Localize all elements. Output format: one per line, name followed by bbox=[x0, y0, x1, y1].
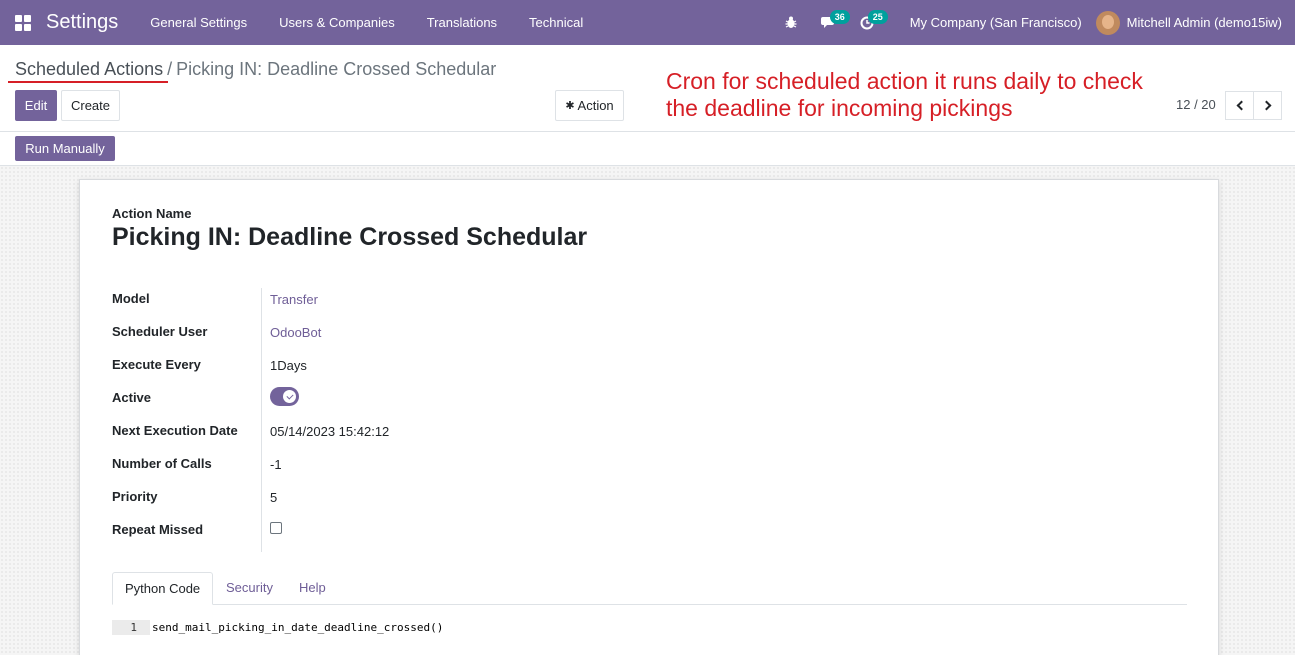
next-execution-date-value: 05/14/2023 15:42:12 bbox=[270, 424, 390, 439]
tab-security[interactable]: Security bbox=[214, 572, 285, 605]
pager-previous-button[interactable] bbox=[1225, 91, 1254, 120]
edit-button[interactable]: Edit bbox=[15, 90, 57, 121]
menu-users-companies[interactable]: Users & Companies bbox=[263, 0, 411, 45]
model-link[interactable]: Transfer bbox=[270, 292, 318, 307]
scheduler-user-label: Scheduler User bbox=[112, 324, 208, 339]
active-toggle[interactable] bbox=[270, 387, 299, 406]
annotation-underline bbox=[8, 81, 168, 83]
repeat-missed-label: Repeat Missed bbox=[112, 522, 204, 537]
user-name: Mitchell Admin (demo15iw) bbox=[1126, 15, 1282, 30]
field-next-execution-date: Next Execution Date 05/14/2023 15:42:12 bbox=[112, 423, 712, 443]
field-number-of-calls: Number of Calls -1 bbox=[112, 456, 712, 476]
field-execute-every: Execute Every 1Days bbox=[112, 357, 712, 377]
notebook-tabs: Python Code Security Help bbox=[112, 572, 1187, 605]
next-execution-date-label: Next Execution Date bbox=[112, 423, 238, 438]
debug-bug-icon[interactable] bbox=[772, 0, 810, 45]
field-active: Active bbox=[112, 390, 712, 410]
chevron-left-icon bbox=[1236, 100, 1246, 111]
menu-technical[interactable]: Technical bbox=[513, 0, 599, 45]
avatar bbox=[1095, 10, 1120, 35]
menu-general-settings[interactable]: General Settings bbox=[134, 0, 263, 45]
model-label: Model bbox=[112, 291, 150, 306]
check-icon bbox=[283, 390, 296, 403]
pager-next-button[interactable] bbox=[1253, 91, 1282, 120]
create-button[interactable]: Create bbox=[61, 90, 120, 121]
activities-clock-icon[interactable]: 25 bbox=[848, 0, 888, 45]
code-line: send_mail_picking_in_date_deadline_cross… bbox=[152, 621, 444, 634]
priority-value: 5 bbox=[270, 490, 278, 505]
priority-label: Priority bbox=[112, 489, 158, 504]
tab-python-code[interactable]: Python Code bbox=[112, 572, 214, 605]
scheduler-user-link[interactable]: OdooBot bbox=[270, 325, 321, 340]
breadcrumb: Scheduled Actions / Picking IN: Deadline… bbox=[15, 59, 496, 80]
apps-menu-icon[interactable] bbox=[0, 0, 46, 45]
form-statusbar bbox=[0, 132, 1295, 166]
action-label: Action bbox=[577, 98, 614, 113]
active-label: Active bbox=[112, 390, 152, 405]
python-code-editor[interactable]: 1 send_mail_picking_in_date_deadline_cro… bbox=[112, 620, 1187, 635]
action-button[interactable]: ✱ Action bbox=[555, 90, 624, 121]
menu-translations[interactable]: Translations bbox=[411, 0, 513, 45]
execute-every-value: 1Days bbox=[270, 358, 307, 373]
field-model: Model Transfer bbox=[112, 291, 712, 311]
annotation-text: Cron for scheduled action it runs daily … bbox=[666, 68, 1143, 121]
action-name-field: Picking IN: Deadline Crossed Schedular bbox=[112, 223, 588, 251]
number-of-calls-label: Number of Calls bbox=[112, 456, 212, 471]
breadcrumb-scheduled-actions[interactable]: Scheduled Actions bbox=[15, 59, 163, 80]
execute-every-label: Execute Every bbox=[112, 357, 201, 372]
activities-badge: 25 bbox=[867, 10, 888, 24]
line-number: 1 bbox=[112, 620, 150, 635]
field-priority: Priority 5 bbox=[112, 489, 712, 509]
run-manually-button[interactable]: Run Manually bbox=[15, 136, 115, 161]
pager-value[interactable]: 12 / 20 bbox=[1176, 97, 1216, 112]
app-title[interactable]: Settings bbox=[46, 11, 118, 34]
breadcrumb-current: Picking IN: Deadline Crossed Schedular bbox=[176, 59, 497, 79]
field-scheduler-user: Scheduler User OdooBot bbox=[112, 324, 712, 344]
company-switcher[interactable]: My Company (San Francisco) bbox=[886, 15, 1096, 30]
top-navbar: Settings General Settings Users & Compan… bbox=[0, 0, 1295, 45]
gear-icon: ✱ bbox=[565, 100, 575, 112]
field-repeat-missed: Repeat Missed bbox=[112, 522, 712, 542]
messages-badge: 36 bbox=[829, 10, 850, 24]
repeat-missed-checkbox[interactable] bbox=[270, 522, 282, 534]
chevron-right-icon bbox=[1261, 100, 1271, 111]
breadcrumb-separator: / bbox=[167, 59, 173, 79]
number-of-calls-value: -1 bbox=[270, 457, 282, 472]
user-menu[interactable]: Mitchell Admin (demo15iw) bbox=[1095, 10, 1295, 35]
messages-icon[interactable]: 36 bbox=[810, 0, 850, 45]
action-name-label: Action Name bbox=[112, 206, 192, 221]
tab-help[interactable]: Help bbox=[287, 572, 338, 605]
